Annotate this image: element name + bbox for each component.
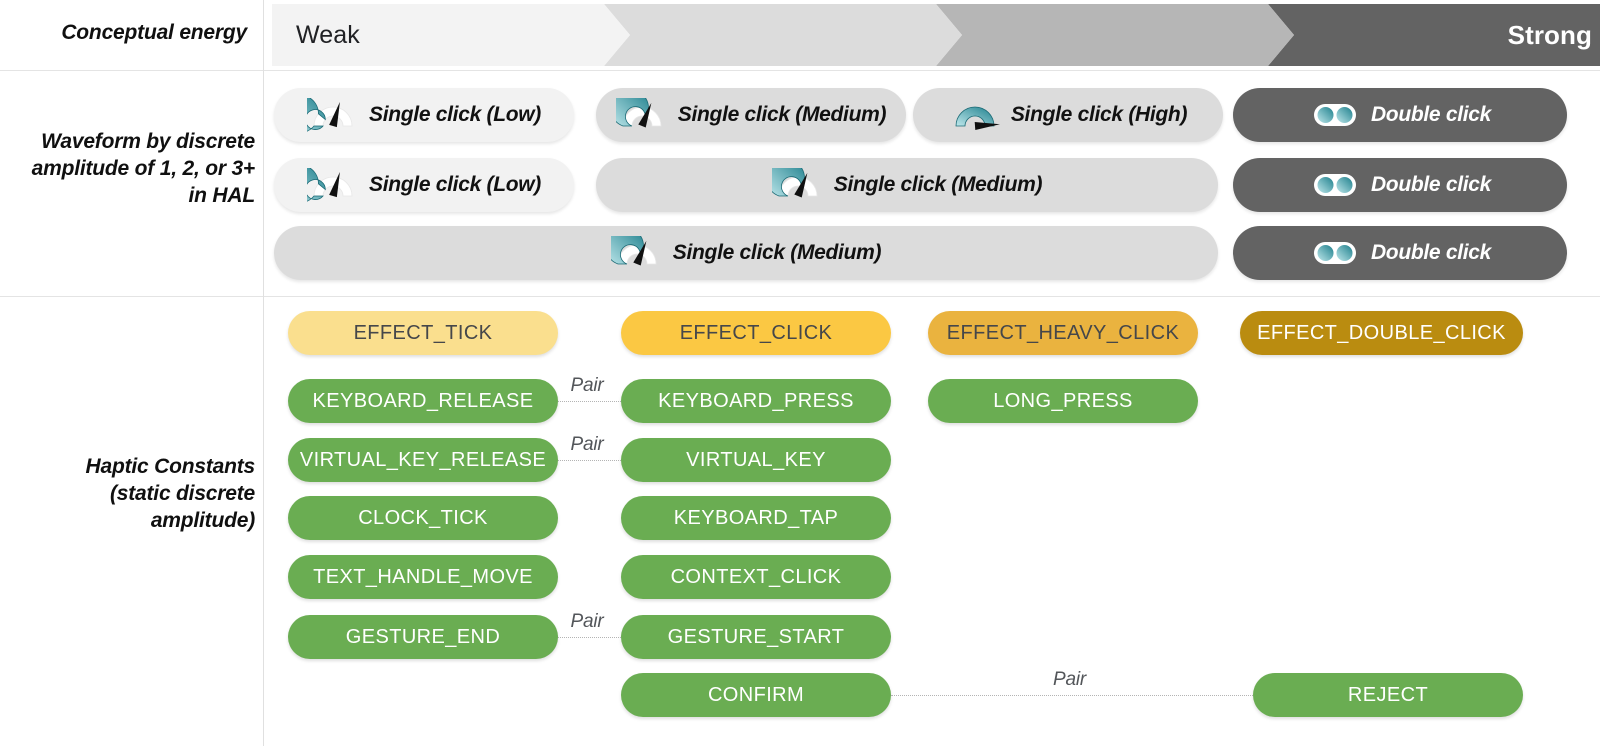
waveform-pill-label: Single click (Low) [369, 173, 541, 196]
pair-connector-line [558, 637, 621, 638]
row-label-haptic-line1: Haptic Constants [85, 455, 256, 478]
haptic-pill-label: LONG_PRESS [993, 389, 1133, 412]
double-click-icon [1313, 174, 1356, 196]
row-label-waveform-line3: in HAL [188, 183, 256, 207]
haptic-pill-label: KEYBOARD_TAP [673, 506, 839, 529]
pair-connector-line [891, 695, 1253, 696]
waveform-pill-label: Double click [1370, 241, 1492, 264]
haptic-pill-context_click[interactable]: CONTEXT_CLICK [621, 555, 891, 599]
haptic-pill-confirm[interactable]: CONFIRM [621, 673, 891, 717]
row-label-waveform-line2: amplitude of 1, 2, or 3+ [31, 156, 256, 180]
haptic-pill-text_handle_move[interactable]: TEXT_HANDLE_MOVE [288, 555, 558, 599]
haptic-pill-clock_tick[interactable]: CLOCK_TICK [288, 496, 558, 540]
haptic-pill-long_press[interactable]: LONG_PRESS [928, 379, 1198, 423]
energy-segment-2 [604, 4, 962, 66]
conceptual-energy-band: Weak Strong [272, 4, 1600, 66]
waveform-pill-content: Single click (Medium) [596, 168, 1218, 202]
haptic-pill-label: CLOCK_TICK [358, 506, 488, 529]
waveform-pill-label: Single click (High) [1010, 103, 1188, 126]
haptic-pill-gesture_start[interactable]: GESTURE_START [621, 615, 891, 659]
waveform-pill-double-click[interactable]: Double click [1233, 88, 1567, 142]
pair-connector-label: Pair [1053, 669, 1086, 690]
effect-pill-label: EFFECT_HEAVY_CLICK [946, 321, 1180, 344]
gauge-low-icon [307, 168, 353, 202]
waveform-pill-single-click-high[interactable]: Single click (High) [913, 88, 1223, 142]
waveform-pill-content: Single click (Low) [274, 98, 574, 132]
row-label-waveform: Waveform by discrete amplitude of 1, 2, … [0, 129, 256, 210]
effect-pill-effect_click[interactable]: EFFECT_CLICK [621, 311, 891, 355]
gauge-high-icon [955, 106, 1000, 130]
energy-segment-1: Weak [272, 4, 630, 66]
pair-connector-label: Pair [570, 434, 604, 455]
haptic-pill-label: VIRTUAL_KEY_RELEASE [299, 448, 547, 471]
effect-pill-label: EFFECT_DOUBLE_CLICK [1257, 321, 1506, 344]
row-label-haptic-line3: amplitude) [150, 508, 255, 532]
pair-connector-label: Pair [570, 611, 604, 632]
haptic-pill-label: GESTURE_END [345, 625, 501, 648]
effect-pill-effect_heavy_click[interactable]: EFFECT_HEAVY_CLICK [928, 311, 1198, 355]
waveform-pill-content: Single click (Medium) [596, 98, 906, 132]
haptic-pill-label: TEXT_HANDLE_MOVE [313, 565, 533, 588]
waveform-pill-label: Single click (Medium) [672, 241, 882, 264]
haptic-pill-virtual_key[interactable]: VIRTUAL_KEY [621, 438, 891, 482]
waveform-pill-label: Single click (Low) [369, 103, 541, 126]
waveform-pill-content: Single click (Low) [274, 168, 574, 202]
waveform-pill-single-click-medium[interactable]: Single click (Medium) [596, 158, 1218, 212]
haptic-pill-label: CONTEXT_CLICK [670, 565, 842, 588]
effect-pill-label: EFFECT_CLICK [679, 321, 833, 344]
waveform-pill-content: Double click [1233, 168, 1567, 202]
haptic-pill-keyboard_release[interactable]: KEYBOARD_RELEASE [288, 379, 558, 423]
gauge-medium-icon [771, 168, 818, 198]
gauge-medium-icon [610, 236, 657, 266]
divider-below-energy [0, 70, 1600, 71]
waveform-pill-double-click[interactable]: Double click [1233, 226, 1567, 280]
waveform-pill-single-click-medium[interactable]: Single click (Medium) [274, 226, 1218, 280]
energy-segment-3 [936, 4, 1294, 66]
waveform-pill-content: Single click (High) [913, 98, 1223, 132]
divider-label-column [263, 0, 264, 746]
row-label-haptic-line2: (static discrete [109, 481, 255, 505]
double-click-icon [1313, 104, 1356, 126]
divider-below-waveform [0, 296, 1600, 297]
row-label-waveform-line1: Waveform by discrete [41, 130, 255, 153]
waveform-pill-label: Single click (Medium) [677, 103, 887, 126]
waveform-pill-content: Single click (Medium) [274, 236, 1218, 270]
pair-connector-line [558, 460, 621, 461]
haptic-pill-label: CONFIRM [707, 683, 805, 706]
energy-segment-label-4: Strong [1507, 19, 1592, 50]
waveform-pill-single-click-low[interactable]: Single click (Low) [274, 88, 574, 142]
haptic-pill-keyboard_tap[interactable]: KEYBOARD_TAP [621, 496, 891, 540]
gauge-medium-icon [615, 98, 662, 128]
haptic-pill-reject[interactable]: REJECT [1253, 673, 1523, 717]
pair-connector-line [558, 401, 621, 402]
energy-segment-label-1: Weak [296, 20, 360, 49]
haptic-pill-virtual_key_release[interactable]: VIRTUAL_KEY_RELEASE [288, 438, 558, 482]
haptic-pill-label: KEYBOARD_RELEASE [312, 389, 534, 412]
effect-pill-label: EFFECT_TICK [353, 321, 493, 344]
row-label-haptic-constants: Haptic Constants (static discrete amplit… [0, 454, 256, 535]
pair-connector-label: Pair [570, 375, 604, 396]
row-label-conceptual-energy: Conceptual energy [0, 20, 247, 47]
waveform-pill-label: Double click [1370, 173, 1492, 196]
haptic-pill-keyboard_press[interactable]: KEYBOARD_PRESS [621, 379, 891, 423]
haptic-pill-label: REJECT [1347, 683, 1429, 706]
haptic-pill-label: GESTURE_START [667, 625, 845, 648]
haptic-pill-gesture_end[interactable]: GESTURE_END [288, 615, 558, 659]
effect-pill-effect_tick[interactable]: EFFECT_TICK [288, 311, 558, 355]
haptic-pill-label: KEYBOARD_PRESS [658, 389, 854, 412]
row-label-conceptual-energy-text: Conceptual energy [61, 21, 247, 44]
double-click-icon [1313, 242, 1356, 264]
waveform-pill-double-click[interactable]: Double click [1233, 158, 1567, 212]
effect-pill-effect_double_click[interactable]: EFFECT_DOUBLE_CLICK [1240, 311, 1523, 355]
waveform-pill-content: Double click [1233, 236, 1567, 270]
waveform-pill-label: Double click [1370, 103, 1492, 126]
waveform-pill-single-click-low[interactable]: Single click (Low) [274, 158, 574, 212]
haptic-pill-label: VIRTUAL_KEY [686, 448, 826, 471]
waveform-pill-single-click-medium[interactable]: Single click (Medium) [596, 88, 906, 142]
waveform-pill-label: Single click (Medium) [833, 173, 1043, 196]
energy-segment-4: Strong [1268, 4, 1600, 66]
gauge-low-icon [307, 98, 353, 132]
waveform-pill-content: Double click [1233, 98, 1567, 132]
